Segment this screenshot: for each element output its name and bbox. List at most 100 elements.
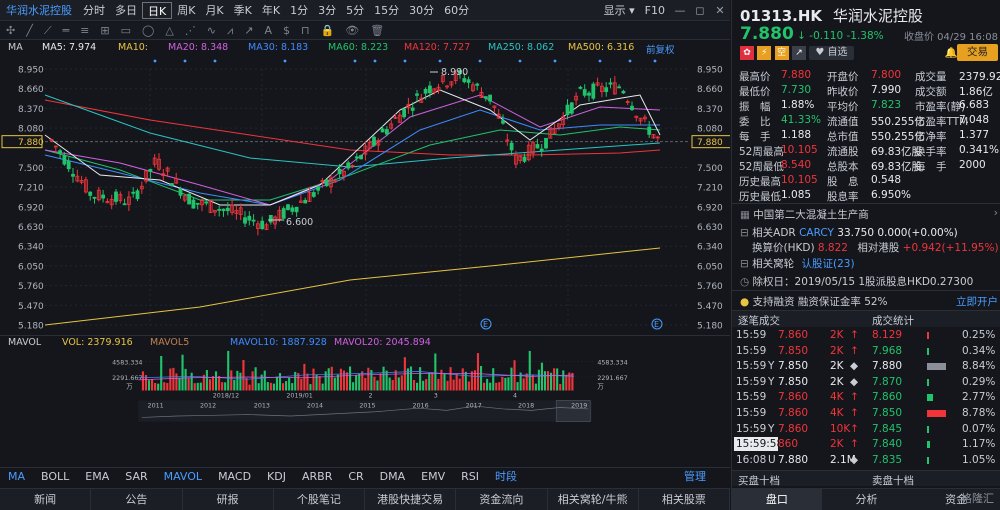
indicator-cr[interactable]: CR [348, 470, 363, 483]
rect-tool-icon[interactable]: ▭ [121, 24, 131, 37]
share-icon[interactable]: ↗ [792, 46, 807, 60]
indicator-ma[interactable]: MA [8, 470, 25, 483]
trade-row[interactable]: 15:59 Y 7.860 10K ↑ 7.845 0.07% [732, 422, 1000, 438]
tf-multiday[interactable]: 多日 [110, 2, 142, 19]
ma-legend-item[interactable]: 前复权 [646, 42, 675, 56]
nav-news[interactable]: 新闻 [0, 489, 92, 510]
indicator-sar[interactable]: SAR [125, 470, 147, 483]
tf-3min[interactable]: 3分 [313, 2, 341, 19]
indicator-dma[interactable]: DMA [380, 470, 406, 483]
warrant-link[interactable]: 认股证(23) [802, 258, 855, 270]
nav-related-stocks[interactable]: 相关股票 [639, 489, 730, 510]
trade-row[interactable]: 15:59 7.860 4K ↑ 7.850 8.78% [732, 406, 1000, 422]
trade-button[interactable]: 交易 [957, 44, 998, 61]
volume-bar [205, 370, 208, 391]
text-tool-icon[interactable]: A [264, 24, 272, 37]
trade-row[interactable]: 15:59 7.860 4K ↑ 7.860 2.77% [732, 390, 1000, 406]
indicator-macd[interactable]: MACD [218, 470, 251, 483]
trade-row[interactable]: 15:59 7.850 2K ↑ 7.968 0.34% [732, 344, 1000, 360]
nav-warrants[interactable]: 相关窝轮/牛熊 [548, 489, 639, 510]
eye-tool-icon[interactable]: 👁 [345, 24, 359, 37]
candle-body [243, 217, 247, 224]
f10-button[interactable]: F10 [640, 2, 670, 19]
candle-body [195, 202, 200, 205]
date-tick: 2018/12 [213, 392, 239, 400]
arrow-tool-icon[interactable]: ↗ [244, 24, 253, 37]
indicator-emv[interactable]: EMV [421, 470, 445, 483]
tick-trades-title[interactable]: 逐笔成交 [738, 313, 780, 328]
trash-tool-icon[interactable]: 🗑 [370, 24, 384, 37]
industry-row[interactable]: ▦ 中国第二大混凝土生产商 › [740, 207, 998, 222]
trade-row[interactable]: 16:08 U 7.880 2.1M ◆ 7.835 1.05% [732, 453, 1000, 469]
nav-announcements[interactable]: 公告 [91, 489, 183, 510]
tf-60min[interactable]: 60分 [439, 2, 474, 19]
open-account-link[interactable]: 立即开户 [956, 294, 998, 309]
trade-volume: 10K [830, 422, 851, 435]
manage-indicators-link[interactable]: 管理 [684, 468, 706, 484]
indicator-rsi[interactable]: RSI [461, 470, 479, 483]
adr-code[interactable]: CARCY [799, 227, 834, 239]
nav-capital-flow[interactable]: 资金流向 [456, 489, 548, 510]
tf-weekly-k[interactable]: 周K [172, 2, 200, 19]
candle-body [384, 129, 389, 135]
tf-30min[interactable]: 30分 [404, 2, 439, 19]
tf-5min[interactable]: 5分 [341, 2, 369, 19]
magnet-tool-icon[interactable]: ⊓ [301, 24, 310, 37]
price-tool-icon[interactable]: $ [283, 24, 290, 37]
indicator-arbr[interactable]: ARBR [302, 470, 332, 483]
bid-levels[interactable]: 买盘十档 [738, 473, 780, 488]
lock-tool-icon[interactable]: 🔒 [321, 24, 335, 37]
tf-quarterly-k[interactable]: 季K [229, 2, 257, 19]
ray-tool-icon[interactable]: ⟋ [44, 24, 52, 38]
restore-icon[interactable]: ◻ [693, 4, 707, 18]
stock-name-tab[interactable]: 华润水泥控股 [0, 2, 78, 18]
add-watchlist-button[interactable]: ♥ 自选 [809, 46, 854, 60]
wave-tool-icon[interactable]: ∿ [207, 24, 216, 37]
tf-yearly-k[interactable]: 年K [257, 2, 285, 19]
trade-row[interactable]: 15:59:58 860 2K ↑ 7.840 1.17% [732, 437, 1000, 453]
date-tick: 2 [369, 392, 373, 400]
vol-tick-left: 4583.334 [112, 358, 142, 366]
candlestick-chart[interactable]: 8.950 8.950 8.660 8.660 8.370 8.370 8.080 8.080… [0, 55, 730, 335]
trade-stats-title[interactable]: 成交统计 [872, 313, 914, 328]
indicator-session[interactable]: 时段 [495, 468, 517, 484]
trade-row[interactable]: 15:59 Y 7.850 2K ◆ 7.880 8.84% [732, 359, 1000, 375]
trade-row[interactable]: 15:59 7.860 2K ↑ 8.129 0.25% [732, 328, 1000, 344]
indicator-boll[interactable]: BOLL [41, 470, 69, 483]
trade-row[interactable]: 15:59 Y 7.850 2K ◆ 7.870 0.29% [732, 375, 1000, 391]
display-dropdown[interactable]: 显示 ▾ [599, 2, 640, 19]
indicator-ema[interactable]: EMA [85, 470, 109, 483]
volume-chart[interactable]: 4583.3342291.667万4583.3342291.667万2018/1… [0, 348, 730, 433]
triangle-tool-icon[interactable]: △ [165, 24, 173, 37]
parallel-tool-icon[interactable]: ═ [63, 24, 70, 37]
quote-header: 01313.HK 华润水泥控股 [740, 5, 998, 26]
tf-15min[interactable]: 15分 [369, 2, 404, 19]
indicator-mavol[interactable]: MAVOL [164, 470, 202, 483]
close-icon[interactable]: ✕ [713, 4, 727, 18]
gann-tool-icon[interactable]: ⋰ [185, 24, 196, 37]
tf-monthly-k[interactable]: 月K [200, 2, 228, 19]
nav-research[interactable]: 研报 [183, 489, 274, 510]
tab-quote[interactable]: 盘口 [732, 489, 822, 510]
line-tool-icon[interactable]: ╱ [26, 24, 33, 37]
minimize-icon[interactable]: — [673, 4, 687, 18]
premium-label: 相对港股 [857, 242, 900, 254]
nav-stock-notes[interactable]: 个股笔记 [274, 489, 365, 510]
ask-levels[interactable]: 卖盘十档 [872, 473, 914, 488]
tf-intraday[interactable]: 分时 [78, 2, 110, 19]
stat-percent: 0.34% [962, 344, 996, 357]
candle-body [535, 144, 540, 149]
crosshair-icon[interactable]: ✣ [6, 24, 15, 37]
nav-hk-quick-trade[interactable]: 港股快捷交易 [365, 489, 457, 510]
tf-1min[interactable]: 1分 [285, 2, 313, 19]
stat-value: 7.990 [871, 84, 902, 96]
zigzag-tool-icon[interactable]: ⩘ [227, 24, 233, 38]
ex-date-text: 除权日：2019/05/15 1股派股息HKD0.27300 [752, 276, 974, 288]
tf-daily-k[interactable]: 日K [142, 1, 173, 19]
channel-tool-icon[interactable]: ≡ [80, 24, 89, 37]
event-dot [553, 59, 557, 63]
indicator-kdj[interactable]: KDJ [267, 470, 286, 483]
fib-tool-icon[interactable]: ⊞ [100, 24, 109, 37]
tab-analysis[interactable]: 分析 [822, 489, 912, 510]
circle-tool-icon[interactable]: ◯ [142, 24, 154, 37]
